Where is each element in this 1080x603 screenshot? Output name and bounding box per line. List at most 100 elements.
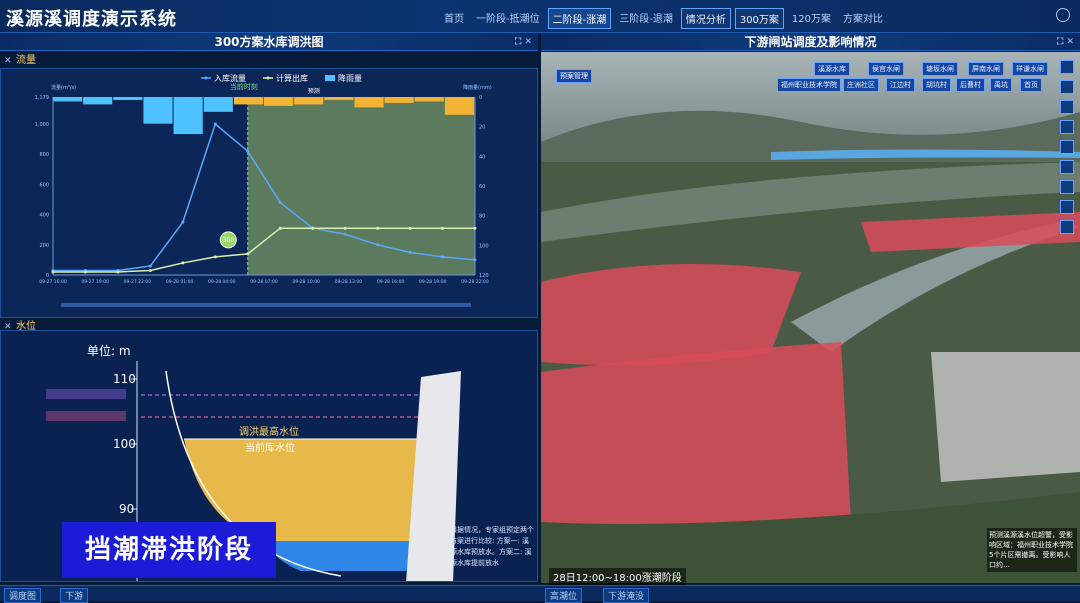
rain-bar xyxy=(233,97,263,105)
y2-tick-label: 20 xyxy=(479,125,485,131)
x-tick-label: 09-28 13:00 xyxy=(335,279,363,285)
outflow-point xyxy=(376,226,380,230)
y-tick-label: 1,179 xyxy=(35,95,49,101)
water-tick-110: 110 xyxy=(113,372,137,386)
legend-marker xyxy=(204,76,208,80)
map-tool-icon[interactable] xyxy=(1060,220,1074,234)
flood-zone xyxy=(541,342,851,545)
x-tick-label: 09-28 16:00 xyxy=(377,279,405,285)
y2-tick-label: 100 xyxy=(479,243,489,249)
map-btn-tangban[interactable]: 塘坂水闸 xyxy=(922,62,958,76)
current-level-label: 当前库水位 xyxy=(245,441,295,454)
map-tool-icon[interactable] xyxy=(1060,80,1074,94)
flow-subtitle-text: 流量 xyxy=(16,55,36,66)
inflow-point xyxy=(376,243,380,247)
chart-legend: 入库流量 计算出库 降雨量 xyxy=(201,73,362,83)
stage-time-label: 28日12:00~18:00涨潮阶段 xyxy=(549,568,686,585)
current-time-label: 当前时刻 xyxy=(230,82,258,91)
inflow-point xyxy=(278,201,282,205)
x-tick-label: 09-28 19:00 xyxy=(419,279,447,285)
timeline-slider[interactable] xyxy=(61,303,471,307)
map-tool-icon[interactable] xyxy=(1060,60,1074,74)
y-tick-label: 0 xyxy=(46,273,49,279)
map-btn-yukeng[interactable]: 禹坑 xyxy=(990,78,1012,92)
map-tool-icon[interactable] xyxy=(1060,120,1074,134)
outflow-point xyxy=(213,255,217,259)
map-btn-xiyuan[interactable]: 溪源水库 xyxy=(814,62,850,76)
map-btn-houguan[interactable]: 侯官水闸 xyxy=(868,62,904,76)
left-panel-title-text: 300方案水库调洪图 xyxy=(214,35,324,49)
legend-label: 计算出库 xyxy=(276,73,308,83)
outflow-point xyxy=(311,226,315,230)
inflow-point xyxy=(181,220,185,224)
nav-stage-1[interactable]: 一阶段-抵潮位 xyxy=(472,8,544,29)
rain-bar xyxy=(53,97,83,102)
inflow-point xyxy=(473,258,477,262)
outflow-point xyxy=(278,226,282,230)
close-icon[interactable]: ✕ xyxy=(4,54,12,68)
bottom-bar: 调度图 下游 高潮位 下游淹没 xyxy=(0,585,1080,603)
map-tool-icon[interactable] xyxy=(1060,200,1074,214)
rain-bar xyxy=(384,97,414,103)
map-scene xyxy=(541,52,1080,583)
top-bar: 溪源溪调度演示系统 首页 一阶段-抵潮位 二阶段-涨潮 三阶段-退潮 情况分析 … xyxy=(0,0,1080,33)
x-tick-label: 09-28 01:00 xyxy=(166,279,194,285)
map-btn-zhuangzhou[interactable]: 庄洲社区 xyxy=(843,78,879,92)
forecast-area xyxy=(247,97,475,275)
rain-bar xyxy=(324,97,354,100)
inflow-point xyxy=(246,149,250,153)
map-tool-icon[interactable] xyxy=(1060,180,1074,194)
map-btn-college[interactable]: 福州职业技术学院 xyxy=(777,78,841,92)
rain-bar xyxy=(203,97,233,112)
panel-controls-icon[interactable]: ⛶ ✕ xyxy=(515,33,532,51)
legend-label: 入库流量 xyxy=(214,73,246,83)
max-level-label: 调洪最高水位 xyxy=(239,425,299,438)
forecast-region xyxy=(247,97,475,275)
right-panel-title: 下游闸站调度及影响情况 ⛶ ✕ xyxy=(541,33,1080,51)
blurred-label xyxy=(46,389,126,399)
nav-analysis[interactable]: 情况分析 xyxy=(680,8,731,29)
y-right-unit: 降雨量(mm) xyxy=(463,84,492,91)
inflow-point xyxy=(441,255,445,259)
map-btn-pingnan[interactable]: 屏南水闸 xyxy=(968,62,1004,76)
rain-bar xyxy=(173,97,203,135)
y2-tick-label: 120 xyxy=(479,273,489,279)
rain-bar xyxy=(354,97,384,108)
power-icon[interactable] xyxy=(1056,8,1070,22)
right-panel-title-text: 下游闸站调度及影响情况 xyxy=(744,35,877,49)
y-tick-label: 200 xyxy=(39,243,49,249)
legend-marker xyxy=(266,76,270,80)
panel-controls-icon[interactable]: ⛶ ✕ xyxy=(1057,33,1074,51)
inflow-point xyxy=(213,122,217,126)
nav-compare[interactable]: 方案对比 xyxy=(839,8,887,29)
nav-stage-2[interactable]: 二阶段-涨潮 xyxy=(547,8,612,29)
water-notes: 根据情况，专家组预定两个方案进行比较: 方案一: 溪源水库预放水。方案二: 溪源… xyxy=(450,526,534,567)
map-btn-home[interactable]: 首页 xyxy=(1020,78,1042,92)
rain-bar xyxy=(264,97,294,106)
reservoir-lower-water xyxy=(263,541,421,571)
x-tick-label: 09-28 22:00 xyxy=(461,279,489,285)
svg-text:100: 100 xyxy=(113,437,136,451)
chart-marker[interactable]: 300 xyxy=(219,231,237,249)
map-tool-icon[interactable] xyxy=(1060,160,1074,174)
stage-banner: 挡潮滞洪阶段 xyxy=(62,522,276,578)
impact-note: 预测溪源溪水位超警，受影响区域：福州职业技术学院5个片区需撤离。受影响人口约… xyxy=(987,528,1077,572)
3d-map-view[interactable] xyxy=(541,52,1080,583)
map-tool-icon[interactable] xyxy=(1060,100,1074,114)
map-btn-houcao[interactable]: 后曹村 xyxy=(956,78,985,92)
rain-bar xyxy=(444,97,474,115)
outflow-point xyxy=(246,252,250,256)
y-left-unit: 流量(m³/s) xyxy=(51,84,76,91)
map-tool-icon[interactable] xyxy=(1060,140,1074,154)
map-btn-jiangbian[interactable]: 江边村 xyxy=(886,78,915,92)
x-tick-label: 09-28 10:00 xyxy=(292,279,320,285)
nav-plan-120[interactable]: 120万案 xyxy=(788,8,835,29)
main-nav: 首页 一阶段-抵潮位 二阶段-涨潮 三阶段-退潮 情况分析 300万案 120万… xyxy=(440,8,887,29)
map-btn-xiangqian[interactable]: 祥谦水闸 xyxy=(1012,62,1048,76)
nav-stage-3[interactable]: 三阶段-退潮 xyxy=(615,8,677,29)
nav-plan-300[interactable]: 300万案 xyxy=(734,8,784,29)
plan-manage-button[interactable]: 预案管理 xyxy=(556,69,592,83)
nav-home[interactable]: 首页 xyxy=(440,8,468,29)
y2-tick-label: 0 xyxy=(479,95,482,101)
map-btn-hukeng[interactable]: 胡坑村 xyxy=(922,78,951,92)
